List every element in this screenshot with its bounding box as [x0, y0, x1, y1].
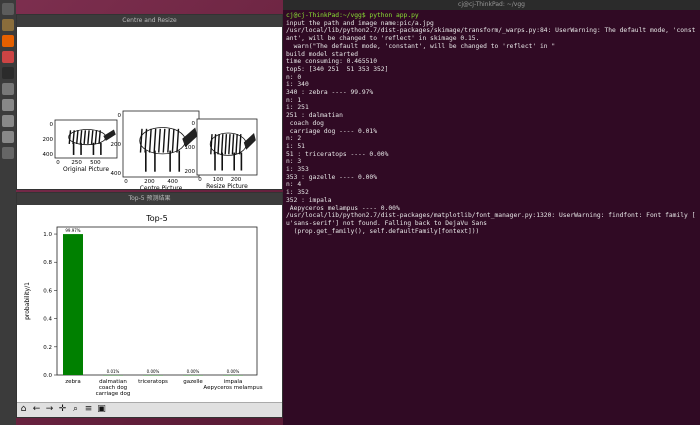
app-icon[interactable]	[2, 131, 14, 143]
terminal-line: n: 1	[286, 96, 302, 104]
terminal-title: cj@cj-ThinkPad: ~/vgg	[283, 0, 700, 10]
ytick-label: 1.0	[43, 232, 52, 238]
chart-title: Top-5	[145, 214, 167, 223]
terminal-window[interactable]: cj@cj-ThinkPad: ~/vgg cj@cj-ThinkPad:~/v…	[283, 0, 700, 425]
app-icon[interactable]	[2, 115, 14, 127]
xtick-label: triceratops	[138, 379, 168, 385]
home-icon[interactable]: ⌂	[18, 404, 29, 415]
launcher	[0, 0, 16, 425]
centre-resize-window: Centre and Resize 0 200 400 0 250 500 Original…	[16, 14, 283, 192]
xtick-label: 0	[56, 160, 60, 166]
data-label: 0.00%	[147, 369, 160, 374]
ytick-label: 0.4	[43, 317, 52, 323]
xtick-label: Aepyceros melampus	[203, 385, 262, 391]
terminal-line: i: 353	[286, 166, 309, 174]
trash-icon[interactable]	[2, 147, 14, 159]
terminal-line: n: 0	[286, 73, 302, 81]
ytick-label: 400	[43, 152, 54, 158]
app-icon[interactable]	[2, 99, 14, 111]
ytick-label: 0.0	[43, 373, 52, 379]
zebra-subplots: 02004000 250 500Original Picture02004000 20…	[43, 110, 258, 192]
terminal-line: i: 251	[286, 104, 309, 112]
y-axis-label: probability/1	[24, 282, 31, 320]
zoom-icon[interactable]: ⌕	[70, 404, 81, 415]
terminal-line: u'sans-serif'] not found. Falling back t…	[286, 219, 487, 227]
ytick-label: 0.2	[43, 345, 52, 351]
xtick-label: zebra	[65, 379, 80, 385]
window-title: Top-5 预测结果	[17, 193, 282, 205]
terminal-line: 340 : zebra ---- 99.97%	[286, 89, 374, 97]
pan-icon[interactable]: ✛	[57, 404, 68, 415]
subplot-caption: Original Picture	[63, 166, 109, 173]
terminal-line: n: 2	[286, 135, 302, 143]
subplot-1: 02004000 250 500Original Picture	[43, 119, 118, 173]
plot-area	[56, 226, 258, 376]
ytick-label: 0.6	[43, 288, 52, 294]
terminal-line: ant', will be changed to 'reflect' in sk…	[286, 35, 480, 43]
subplot-caption: Resize Picture	[206, 183, 248, 189]
top5-bar-chart: Top-5 0.0 0.2 0.4 0.6 0.8 1.0 probability/1 99.9…	[24, 214, 263, 397]
ytick-label: 0	[118, 113, 122, 119]
terminal-line: n: 3	[286, 158, 302, 166]
firefox-icon[interactable]	[2, 35, 14, 47]
terminal-line: i: 352	[286, 189, 309, 197]
terminal-line: (prop.get_family(), self.defaultFamily[f…	[286, 227, 480, 235]
data-label: 0.00%	[187, 369, 200, 374]
ytick-label: 400	[111, 171, 122, 177]
subplot-caption: Centre Picture	[140, 185, 183, 189]
ytick-label: 200	[185, 169, 196, 175]
terminal-line: 251 : dalmatian	[286, 112, 343, 120]
ytick-label: 0.8	[43, 260, 52, 266]
ytick-label: 100	[185, 145, 196, 151]
terminal-line: 51 : triceratops ---- 0.00%	[286, 150, 389, 158]
ytick-label: 200	[111, 142, 122, 148]
figure-canvas: Top-5 0.0 0.2 0.4 0.6 0.8 1.0 probability/1 99.9…	[17, 205, 282, 403]
ytick-label: 0	[50, 122, 54, 128]
data-label: 0.00%	[227, 369, 240, 374]
terminal-line: i: 51	[286, 142, 305, 150]
navigation-toolbar: ⌂ ← → ✛ ⌕ ≡ ▣	[17, 402, 282, 417]
xtick-label: 0	[124, 179, 128, 185]
top5-window: Top-5 预测结果 Top-5 0.0 0.2 0.4 0.6 0.8 1.0 probab…	[16, 192, 283, 418]
ytick-label: 0	[192, 121, 196, 127]
settings-icon[interactable]	[2, 83, 14, 95]
data-label: 0.01%	[107, 369, 120, 374]
ytick-label: 200	[43, 137, 54, 143]
terminal-line: coach dog	[286, 119, 324, 127]
data-label: 99.97%	[65, 228, 80, 233]
terminal-line: build model started	[286, 50, 359, 58]
back-icon[interactable]: ←	[31, 404, 42, 415]
configure-icon[interactable]: ≡	[83, 404, 94, 415]
xtick-label: carriage dog	[96, 391, 131, 397]
forward-icon[interactable]: →	[44, 404, 55, 415]
terminal-line: Aepyceros melampus ---- 0.00%	[286, 204, 400, 212]
bar	[63, 234, 83, 375]
terminal-line: /usr/local/lib/python2.7/dist-packages/s…	[286, 27, 696, 35]
xtick-label: gazelle	[183, 379, 203, 385]
figure-canvas: 0 200 400 0 250 500 Original Picture 0 200 400 0 20…	[17, 27, 282, 192]
terminal-line: i: 340	[286, 81, 309, 89]
xtick-label: 0	[198, 177, 202, 183]
dash-icon[interactable]	[2, 3, 14, 15]
files-icon[interactable]	[2, 19, 14, 31]
software-icon[interactable]	[2, 51, 14, 63]
save-icon[interactable]: ▣	[96, 404, 107, 415]
terminal-line: /usr/local/lib/python2.7/dist-packages/m…	[286, 212, 696, 220]
terminal-line: 353 : gazelle ---- 0.00%	[286, 173, 377, 181]
terminal-line: time consuming: 0.465510	[286, 58, 377, 66]
terminal-line: 352 : impala	[286, 196, 332, 204]
terminal-line: carriage dog ---- 0.01%	[286, 127, 377, 135]
terminal-line: n: 4	[286, 181, 302, 189]
terminal-line: warn("The default mode, 'constant', will…	[286, 42, 556, 50]
terminal-line: top5: [340 251 51 353 352]	[286, 65, 389, 73]
terminal-line: input the path and image name:pic/a.jpg	[286, 19, 434, 27]
terminal-output[interactable]: cj@cj-ThinkPad:~/vgg$ python app.py input…	[283, 10, 700, 237]
terminal-icon[interactable]	[2, 67, 14, 79]
terminal-line: cj@cj-ThinkPad:~/vgg$ python app.py	[286, 12, 419, 19]
window-title: Centre and Resize	[17, 15, 282, 27]
